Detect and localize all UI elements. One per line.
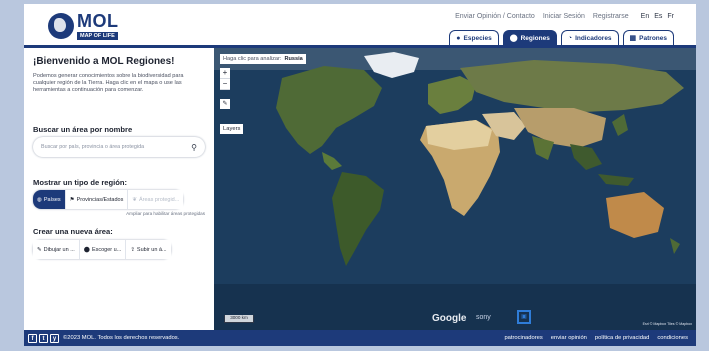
search-input[interactable]: Buscar por país, provincia o área proteg… — [33, 137, 205, 157]
create-area-heading: Crear una nueva área: — [33, 227, 113, 236]
tab-label: Especies — [463, 34, 492, 42]
draw-tool-button[interactable]: ✎ — [220, 99, 230, 109]
tab-label: Patrones — [639, 34, 667, 42]
youtube-icon[interactable]: y — [50, 333, 59, 343]
zoom-controls: + − — [220, 68, 230, 90]
hint-country: Russia — [284, 56, 303, 62]
footer-link-sponsors[interactable]: patrocinadores — [504, 335, 542, 341]
zoom-out-button[interactable]: − — [220, 79, 230, 90]
upload-area-button[interactable]: ⇪ Subir un á... — [126, 240, 171, 259]
mol-logo[interactable]: MOL MAP OF LIFE — [48, 11, 148, 43]
protected-areas-helper: Ampliar para habilitar áreas protegidas — [126, 211, 205, 216]
top-links: Enviar Opinión / Contacto Iniciar Sesión… — [455, 13, 674, 20]
copyright-text: ©2023 MOL. Todos los derechos reservados… — [63, 335, 180, 341]
facebook-icon[interactable]: f — [28, 333, 37, 343]
footer-link-terms[interactable]: condiciones — [657, 335, 688, 341]
region-type-protected[interactable]: ❦ Áreas protegid... — [128, 190, 184, 209]
leaf-icon: ❦ — [132, 196, 137, 203]
sponsor-badge-icon: ▣ — [517, 310, 531, 324]
google-logo: Google — [432, 313, 467, 324]
world-map[interactable]: Haga clic para analizar: Russia + − ✎ La… — [214, 48, 696, 330]
feedback-link[interactable]: Enviar Opinión / Contacto — [455, 13, 535, 20]
sponsor-logo: sony — [476, 314, 491, 321]
top-header: MOL MAP OF LIFE Enviar Opinión / Contact… — [24, 4, 696, 48]
region-type-label: Áreas protegid... — [138, 196, 180, 203]
click-to-analyze-hint: Haga clic para analizar: Russia — [220, 54, 306, 64]
create-area-buttons: ✎ Dibujar un ... ⬤ Escoger u... ⇪ Subir un … — [33, 240, 171, 259]
tab-patrones[interactable]: ▦ Patrones — [622, 30, 674, 45]
search-icon[interactable]: ⚲ — [191, 143, 197, 152]
region-type-label: Países — [43, 196, 61, 203]
flag-icon: ⚑ — [69, 196, 75, 203]
register-link[interactable]: Registrarse — [593, 13, 629, 20]
draw-area-button[interactable]: ✎ Dibujar un ... — [33, 240, 80, 259]
language-switcher: En Es Fr — [641, 13, 674, 20]
button-label: Dibujar un ... — [43, 246, 75, 253]
search-placeholder: Buscar por país, provincia o área proteg… — [41, 144, 145, 150]
sidebar-intro: Podemos generar conocimientos sobre la b… — [33, 73, 184, 94]
main-tabs: ● Especies ⬤ Regiones ◔ Indicadores ▦ Patron… — [449, 30, 674, 45]
footer: f t y ©2023 MOL. Todos los derechos rese… — [24, 330, 696, 346]
footer-link-privacy[interactable]: política de privacidad — [595, 335, 649, 341]
info-icon: ● — [456, 34, 461, 42]
tab-indicadores[interactable]: ◔ Indicadores — [560, 30, 619, 45]
map-scale: 3000 km — [224, 315, 254, 323]
grid-icon: ▦ — [629, 35, 637, 42]
choose-area-button[interactable]: ⬤ Escoger u... — [79, 240, 127, 259]
lang-en[interactable]: En — [641, 13, 650, 20]
pencil-icon: ✎ — [222, 101, 228, 107]
region-type-provinces[interactable]: ⚑ Provincias/Estados — [65, 190, 129, 209]
login-link[interactable]: Iniciar Sesión — [543, 13, 585, 20]
zoom-in-button[interactable]: + — [220, 68, 230, 79]
map-canvas — [214, 48, 696, 330]
social-links: f t y — [28, 333, 59, 343]
search-heading: Buscar un área por nombre — [33, 125, 133, 134]
sidebar-title: ¡Bienvenido a MOL Regiones! — [33, 56, 175, 67]
layers-button[interactable]: Layers — [220, 124, 244, 134]
region-type-selector: ◍ Países ⚑ Provincias/Estados ❦ Áreas prote… — [33, 190, 184, 209]
logo-subtitle: MAP OF LIFE — [77, 32, 118, 40]
hint-label: Haga clic para analizar: — [223, 56, 282, 62]
sidebar-panel: ¡Bienvenido a MOL Regiones! Podemos gene… — [24, 48, 214, 330]
region-type-label: Provincias/Estados — [76, 196, 124, 203]
footer-links: patrocinadores enviar opinión política d… — [504, 335, 688, 341]
pencil-icon: ✎ — [37, 246, 42, 253]
tab-regiones[interactable]: ⬤ Regiones — [502, 30, 557, 45]
pin-icon: ⬤ — [83, 246, 90, 253]
region-type-heading: Mostrar un tipo de región: — [33, 178, 128, 187]
gauge-icon: ◔ — [567, 34, 573, 42]
tab-especies[interactable]: ● Especies — [449, 30, 499, 45]
lang-es[interactable]: Es — [654, 13, 662, 20]
tab-label: Indicadores — [575, 34, 612, 42]
logo-title: MOL — [77, 11, 119, 31]
region-type-countries[interactable]: ◍ Países — [33, 190, 66, 209]
globe-icon: ◍ — [37, 196, 42, 203]
map-attribution: Esri © Mapbox Tiles © Mapbox — [642, 322, 692, 326]
footer-link-feedback[interactable]: enviar opinión — [551, 335, 587, 341]
app-window: MOL MAP OF LIFE Enviar Opinión / Contact… — [24, 4, 696, 346]
tab-label: Regiones — [520, 34, 550, 42]
button-label: Subir un á... — [136, 246, 167, 253]
upload-icon: ⇪ — [130, 246, 135, 253]
globe-icon — [48, 13, 74, 39]
pin-icon: ⬤ — [509, 35, 518, 42]
twitter-icon[interactable]: t — [39, 333, 48, 343]
lang-fr[interactable]: Fr — [667, 13, 674, 20]
button-label: Escoger u... — [91, 246, 122, 253]
